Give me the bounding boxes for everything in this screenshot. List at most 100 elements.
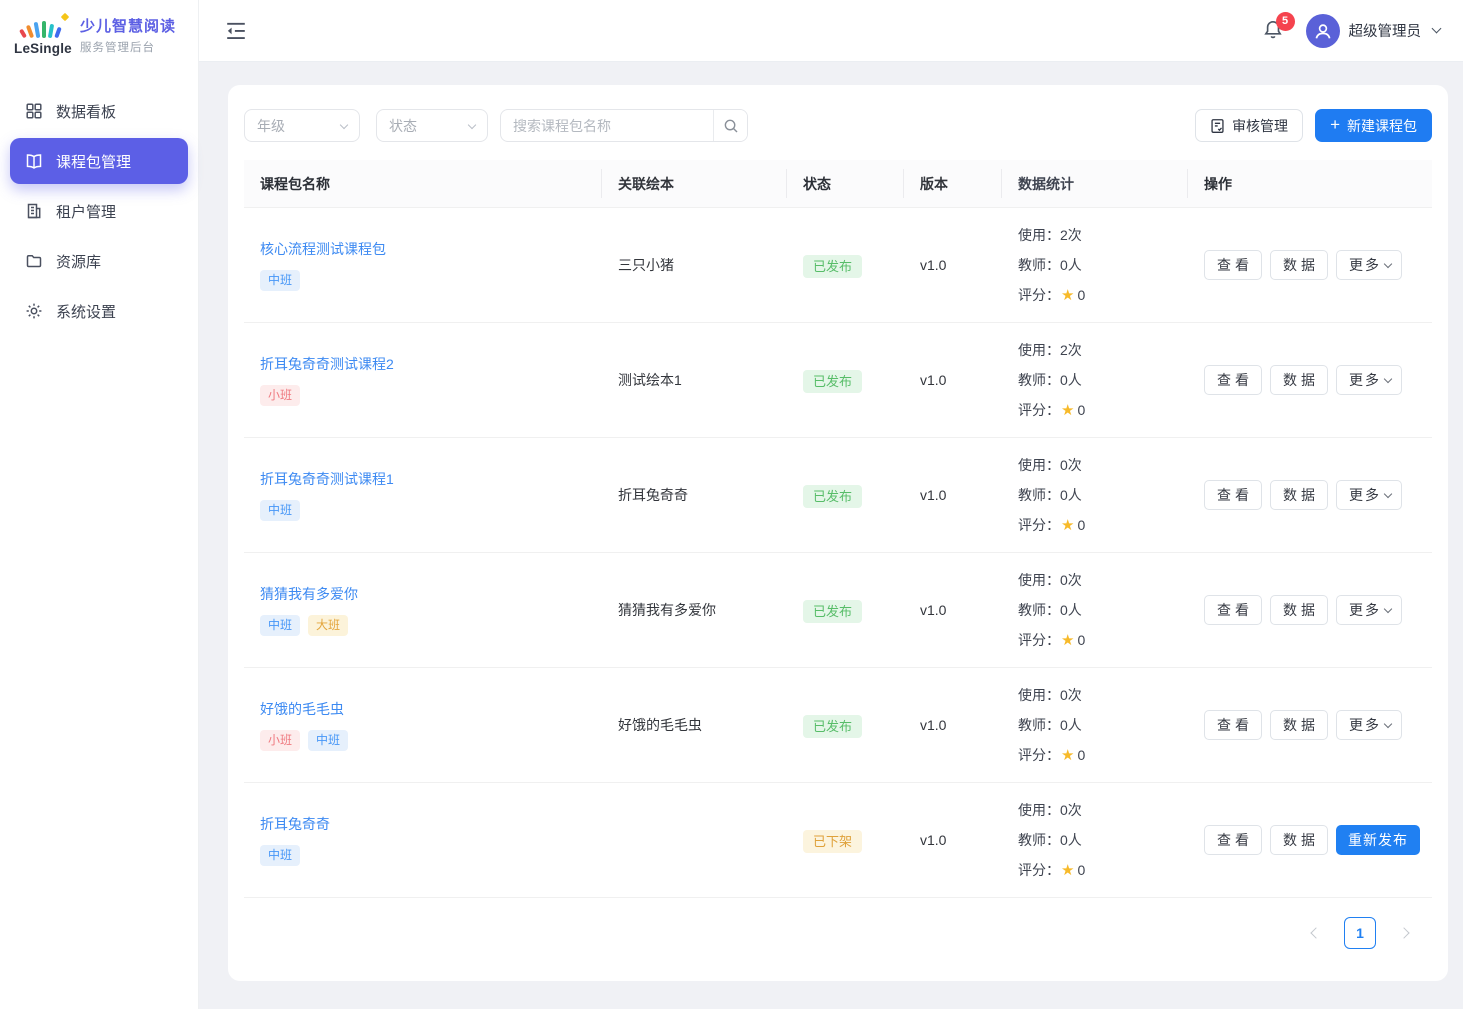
user-name[interactable]: 超级管理员 — [1349, 20, 1422, 41]
search-input[interactable] — [501, 110, 713, 141]
search-icon — [723, 118, 739, 134]
dashboard-icon — [25, 102, 43, 120]
name-cell: 猜猜我有多爱你 中班大班 — [244, 584, 602, 635]
chevron-down-icon — [1384, 374, 1392, 382]
book-cell: 折耳兔奇奇 — [602, 485, 787, 505]
course-package-table: 课程包名称 关联绘本 状态 版本 数据统计 操作 核心流程测试课程包 中班 三只… — [244, 160, 1432, 898]
action-button[interactable]: 数据 — [1270, 595, 1328, 625]
sidebar: LeSingle 少儿智慧阅读 服务管理后台 数据看板 课程包管理 — [0, 0, 199, 1009]
chevron-down-icon — [468, 120, 476, 128]
notification-count-badge: 5 — [1276, 12, 1295, 31]
package-name-link[interactable]: 猜猜我有多爱你 — [260, 584, 358, 604]
more-button[interactable]: 更多 — [1336, 250, 1402, 280]
chevron-down-icon — [1384, 604, 1392, 612]
more-button[interactable]: 更多 — [1336, 595, 1402, 625]
package-name-link[interactable]: 核心流程测试课程包 — [260, 239, 386, 259]
review-button-label: 审核管理 — [1232, 116, 1288, 136]
sidebar-item-label: 课程包管理 — [56, 151, 131, 172]
status-badge: 已发布 — [803, 600, 862, 623]
book-cell: 三只小猪 — [602, 255, 787, 275]
action-button[interactable]: 查看 — [1204, 825, 1262, 855]
action-button[interactable]: 查看 — [1204, 365, 1262, 395]
rating-stat: 评分：★0 — [1018, 855, 1188, 886]
avatar[interactable] — [1306, 14, 1340, 48]
grade-tag: 中班 — [308, 730, 348, 750]
search-button[interactable] — [713, 110, 747, 141]
grade-tag: 中班 — [260, 615, 300, 635]
version-cell: v1.0 — [904, 487, 1002, 503]
create-button-label: 新建课程包 — [1347, 116, 1417, 136]
stats-cell: 使用：0次 教师：0人 评分：★0 — [1002, 450, 1188, 541]
grade-tag: 大班 — [308, 615, 348, 635]
status-cell: 已发布 — [787, 371, 904, 390]
sidebar-item-tenants[interactable]: 租户管理 — [10, 188, 188, 234]
package-name-link[interactable]: 好饿的毛毛虫 — [260, 699, 344, 719]
status-cell: 已发布 — [787, 601, 904, 620]
main-content: 年级 状态 — [199, 62, 1463, 1009]
sidebar-item-course-packages[interactable]: 课程包管理 — [10, 138, 188, 184]
teacher-stat: 教师：0人 — [1018, 250, 1188, 280]
teacher-stat: 教师：0人 — [1018, 365, 1188, 395]
sidebar-item-dashboard[interactable]: 数据看板 — [10, 88, 188, 134]
actions-cell: 查看数据重新发布 — [1188, 825, 1432, 855]
book-cell: 好饿的毛毛虫 — [602, 715, 787, 735]
pagination: 1 — [244, 898, 1432, 968]
menu-fold-icon[interactable] — [225, 21, 247, 41]
sidebar-item-resources[interactable]: 资源库 — [10, 238, 188, 284]
table-row: 好饿的毛毛虫 小班中班 好饿的毛毛虫 已发布 v1.0 使用：0次 教师：0人 … — [244, 668, 1432, 783]
package-name-link[interactable]: 折耳兔奇奇 — [260, 814, 330, 834]
status-badge: 已下架 — [803, 830, 862, 853]
action-button[interactable]: 数据 — [1270, 250, 1328, 280]
grade-tag: 中班 — [260, 270, 300, 290]
notification-bell-icon[interactable]: 5 — [1262, 19, 1284, 43]
prev-page-icon[interactable] — [1310, 927, 1321, 938]
page-number[interactable]: 1 — [1344, 917, 1376, 949]
package-name-link[interactable]: 折耳兔奇奇测试课程1 — [260, 469, 394, 489]
action-button[interactable]: 查看 — [1204, 250, 1262, 280]
version-cell: v1.0 — [904, 372, 1002, 388]
sidebar-item-label: 资源库 — [56, 251, 101, 272]
stats-cell: 使用：0次 教师：0人 评分：★0 — [1002, 565, 1188, 656]
table-row: 折耳兔奇奇测试课程1 中班 折耳兔奇奇 已发布 v1.0 使用：0次 教师：0人… — [244, 438, 1432, 553]
grade-select[interactable]: 年级 — [244, 109, 360, 142]
actions-cell: 查看数据更多 — [1188, 365, 1432, 395]
app-subtitle: 服务管理后台 — [80, 39, 176, 55]
action-button[interactable]: 查看 — [1204, 480, 1262, 510]
action-button[interactable]: 查看 — [1204, 595, 1262, 625]
action-button[interactable]: 数据 — [1270, 825, 1328, 855]
chevron-down-icon — [1384, 259, 1392, 267]
table-row: 核心流程测试课程包 中班 三只小猪 已发布 v1.0 使用：2次 教师：0人 评… — [244, 208, 1432, 323]
action-button[interactable]: 数据 — [1270, 480, 1328, 510]
grade-tags: 小班 — [260, 385, 602, 405]
book-cell: 猜猜我有多爱你 — [602, 600, 787, 620]
more-button[interactable]: 更多 — [1336, 710, 1402, 740]
package-name-link[interactable]: 折耳兔奇奇测试课程2 — [260, 354, 394, 374]
topbar: 5 超级管理员 — [199, 0, 1463, 62]
app-title: 少儿智慧阅读 — [80, 15, 176, 36]
republish-button[interactable]: 重新发布 — [1336, 825, 1420, 855]
usage-stat: 使用：2次 — [1018, 335, 1188, 365]
next-page-icon[interactable] — [1398, 927, 1409, 938]
status-badge: 已发布 — [803, 370, 862, 393]
action-button[interactable]: 数据 — [1270, 365, 1328, 395]
tenant-icon — [25, 202, 43, 220]
table-row: 猜猜我有多爱你 中班大班 猜猜我有多爱你 已发布 v1.0 使用：0次 教师：0… — [244, 553, 1432, 668]
create-package-button[interactable]: + 新建课程包 — [1315, 109, 1432, 142]
actions-cell: 查看数据更多 — [1188, 480, 1432, 510]
action-button[interactable]: 查看 — [1204, 710, 1262, 740]
grade-tag: 小班 — [260, 385, 300, 405]
name-cell: 折耳兔奇奇测试课程1 中班 — [244, 469, 602, 520]
more-button[interactable]: 更多 — [1336, 480, 1402, 510]
column-header-actions: 操作 — [1188, 160, 1432, 207]
chevron-down-icon[interactable] — [1432, 24, 1442, 34]
more-button[interactable]: 更多 — [1336, 365, 1402, 395]
sidebar-menu: 数据看板 课程包管理 租户管理 资源库 — [0, 70, 198, 356]
logo: LeSingle 少儿智慧阅读 服务管理后台 — [0, 0, 198, 70]
status-select[interactable]: 状态 — [376, 109, 488, 142]
review-management-button[interactable]: 审核管理 — [1195, 109, 1303, 142]
brand-logo-icon: LeSingle — [14, 14, 70, 56]
status-cell: 已发布 — [787, 486, 904, 505]
action-button[interactable]: 数据 — [1270, 710, 1328, 740]
rating-stat: 评分：★0 — [1018, 740, 1188, 771]
sidebar-item-settings[interactable]: 系统设置 — [10, 288, 188, 334]
